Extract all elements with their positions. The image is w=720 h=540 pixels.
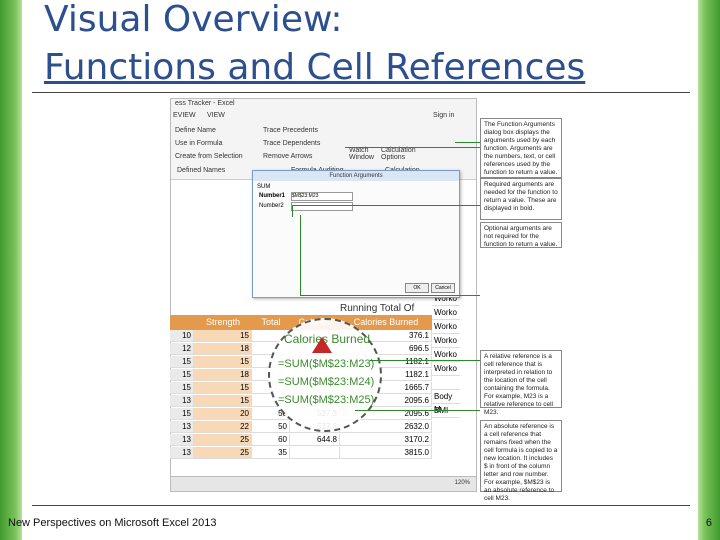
callout-required-arguments: Required arguments are needed for the fu… (480, 178, 562, 220)
trace-precedents-button[interactable]: Trace Precedents (263, 127, 318, 134)
connector-2b (292, 205, 293, 217)
magnifier-circle: Calories Burned =SUM($M$23:M23) =SUM($M$… (268, 318, 382, 432)
slide-title: Visual Overview: Functions and Cell Refer… (44, 0, 586, 88)
callout-function-arguments: The Function Arguments dialog box displa… (480, 118, 562, 178)
table-cell-row_numbers[interactable]: 13 (170, 395, 194, 407)
callout-relative-reference: A relative reference is a cell reference… (480, 350, 562, 416)
dialog-title: Function Arguments (253, 171, 459, 181)
running-total-heading: Running Total Of (340, 303, 415, 314)
connector-absolute (355, 410, 480, 411)
table-row: 13 25 60 644.8 3170.2 (170, 434, 475, 447)
remove-arrows-button[interactable]: Remove Arrows (263, 153, 312, 160)
connector-1 (455, 142, 480, 143)
right-label: Worko (432, 334, 460, 348)
table-cell-strength[interactable]: 22 (194, 421, 252, 433)
sign-in-link[interactable]: Sign in (433, 112, 454, 119)
table-cell-strength[interactable]: 15 (194, 395, 252, 407)
formula-3: =SUM($M$23:M25) (278, 394, 375, 406)
table-cell-row_numbers[interactable]: 13 (170, 421, 194, 433)
right-label: Worko (432, 306, 460, 320)
table-cell-strength[interactable]: 18 (194, 343, 252, 355)
number2-label: Number2 (259, 203, 284, 209)
right-label: BMI (432, 404, 460, 418)
defined-names-group: Defined Names (177, 167, 226, 174)
table-cell-row_numbers[interactable]: 13 (170, 434, 194, 446)
dialog-ok-button[interactable]: OK (405, 283, 429, 293)
table-cell-row_numbers[interactable]: 15 (170, 382, 194, 394)
page-number: 6 (705, 517, 712, 529)
title-rule (32, 92, 690, 93)
connector-3b (300, 295, 480, 296)
footer-rule (32, 505, 690, 506)
callout-absolute-reference: An absolute reference is a cell referenc… (480, 420, 562, 502)
window-title: ess Tracker - Excel (175, 100, 235, 107)
dialog-function-name: SUM (257, 184, 271, 190)
table-cell-strength[interactable]: 25 (194, 447, 252, 459)
connector-relative (370, 360, 480, 361)
table-cell-strength[interactable]: 15 (194, 382, 252, 394)
number1-label: Number1 (259, 193, 286, 199)
table-cell-row_numbers[interactable]: 12 (170, 343, 194, 355)
create-from-selection-button[interactable]: Create from Selection (175, 153, 243, 160)
formula-2: =SUM($M$23:M24) (278, 376, 375, 388)
table-cell-running_totals[interactable]: 3815.0 (340, 447, 432, 459)
table-cell-strength[interactable]: 25 (194, 434, 252, 446)
col-total: Total (252, 315, 290, 330)
ribbon: ess Tracker - Excel EVIEW VIEW Sign in D… (171, 99, 476, 180)
table-cell-row_numbers[interactable]: 15 (170, 408, 194, 420)
trace-dependents-button[interactable]: Trace Dependents (263, 140, 320, 147)
table-cell-strength[interactable]: 15 (194, 330, 252, 342)
calculation-options-button[interactable]: Calculation Options (381, 147, 416, 161)
table-cell-total[interactable]: 50 (252, 421, 290, 433)
status-bar: 120% (171, 476, 476, 491)
right-label-column: WorkoWorkoWorkoWorkoWorkoWorkoWorkoBody … (432, 278, 460, 418)
table-cell-strength[interactable]: 20 (194, 408, 252, 420)
table-row: 13 25 35 3815.0 (170, 447, 475, 460)
col-strength: Strength (194, 315, 252, 330)
table-cell-total[interactable]: 35 (252, 447, 290, 459)
connector-2 (292, 205, 480, 206)
table-cell-total[interactable]: 60 (252, 434, 290, 446)
red-arrow-icon (312, 337, 332, 353)
table-cell-strength[interactable]: 15 (194, 356, 252, 368)
right-green-bar (698, 0, 720, 540)
table-cell-row_numbers[interactable]: 15 (170, 369, 194, 381)
table-cell-strength[interactable]: 18 (194, 369, 252, 381)
right-label: Body M (432, 390, 460, 414)
right-label: Worko (432, 362, 460, 376)
table-cell-running_totals[interactable]: 3170.2 (340, 434, 432, 446)
function-arguments-dialog: Function Arguments SUM Number1 $M$23:M23… (252, 170, 460, 298)
row-header (170, 315, 194, 330)
right-label: Worko (432, 320, 460, 334)
tab-review[interactable]: EVIEW (173, 112, 196, 119)
footer-text: New Perspectives on Microsoft Excel 2013 (8, 517, 217, 529)
use-in-formula-button[interactable]: Use in Formula (175, 140, 222, 147)
number1-field[interactable]: $M$23:M23 (291, 192, 353, 201)
table-cell-calories[interactable] (290, 447, 340, 459)
formula-1: =SUM($M$23:M23) (278, 358, 375, 370)
table-cell-row_numbers[interactable]: 13 (170, 447, 194, 459)
callout-optional-arguments: Optional arguments are not required for … (480, 222, 562, 248)
zoom-level[interactable]: 120% (455, 480, 470, 486)
table-cell-calories[interactable]: 644.8 (290, 434, 340, 446)
left-green-bar (0, 0, 22, 540)
right-label (432, 376, 460, 390)
table-cell-row_numbers[interactable]: 10 (170, 330, 194, 342)
connector-dialog (345, 147, 480, 148)
tab-view[interactable]: VIEW (207, 112, 225, 119)
number2-field[interactable] (291, 202, 353, 211)
watch-window-button[interactable]: Watch Window (349, 147, 375, 161)
define-name-button[interactable]: Define Name (175, 127, 216, 134)
connector-3 (300, 215, 301, 295)
table-cell-row_numbers[interactable]: 15 (170, 356, 194, 368)
dialog-cancel-button[interactable]: Cancel (431, 283, 455, 293)
